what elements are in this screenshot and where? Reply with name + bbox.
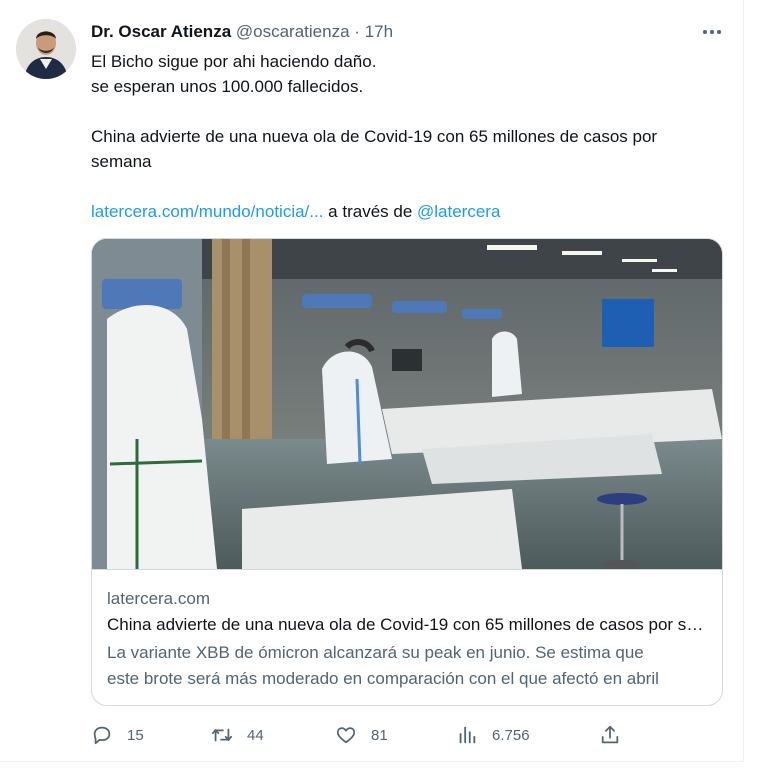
card-image[interactable] bbox=[92, 239, 722, 570]
card-title: China advierte de una nueva ola de Covid… bbox=[107, 615, 709, 634]
tweet-time[interactable]: 17h bbox=[365, 22, 393, 41]
retweet-count: 44 bbox=[247, 726, 264, 744]
reply-count: 15 bbox=[127, 726, 144, 744]
heart-icon bbox=[336, 727, 356, 744]
views-button[interactable]: 6.756 bbox=[456, 720, 530, 750]
more-options-button[interactable] bbox=[700, 21, 724, 43]
via-text: a través de bbox=[323, 202, 418, 221]
retweet-button[interactable]: 44 bbox=[211, 720, 264, 750]
separator-dot: · bbox=[354, 22, 360, 41]
reply-icon bbox=[93, 726, 111, 745]
author-handle[interactable]: @oscaratienza bbox=[236, 22, 350, 41]
author-name[interactable]: Dr. Oscar Atienza bbox=[91, 22, 231, 41]
avatar[interactable] bbox=[16, 19, 76, 79]
reply-button[interactable]: 15 bbox=[91, 720, 144, 750]
tweet-header: Dr. Oscar Atienza @oscaratienza · 17h bbox=[91, 21, 393, 43]
tweet-paragraph: China advierte de una nueva ola de Covid… bbox=[91, 127, 658, 171]
tweet-actions: 15 44 81 6.756 bbox=[91, 720, 631, 750]
like-button[interactable]: 81 bbox=[335, 720, 388, 750]
tweet: Dr. Oscar Atienza @oscaratienza · 17h El… bbox=[0, 0, 744, 762]
share-icon bbox=[601, 725, 619, 744]
views-count: 6.756 bbox=[492, 726, 530, 744]
share-button[interactable] bbox=[599, 720, 621, 750]
avatar-photo bbox=[16, 19, 76, 79]
tweet-text: El Bicho sigue por ahi haciendo daño. se… bbox=[91, 49, 721, 224]
more-horizontal-icon bbox=[703, 30, 721, 34]
mention-link[interactable]: @latercera bbox=[417, 202, 500, 221]
retweet-icon bbox=[211, 728, 233, 742]
link-preview-card[interactable]: latercera.com China advierte de una nuev… bbox=[91, 238, 723, 706]
analytics-icon bbox=[459, 726, 476, 744]
article-link[interactable]: latercera.com/mundo/noticia/... bbox=[91, 202, 323, 221]
like-count: 81 bbox=[371, 726, 388, 744]
tweet-link-line: latercera.com/mundo/noticia/... a través… bbox=[91, 199, 721, 224]
card-description-line-2: este brote será más moderado en comparac… bbox=[107, 669, 659, 688]
card-domain: latercera.com bbox=[107, 589, 210, 608]
card-description: La variante XBB de ómicron alcanzará su … bbox=[107, 640, 709, 692]
tweet-line-1: El Bicho sigue por ahi haciendo daño. bbox=[91, 52, 377, 71]
tweet-line-2: se esperan unos 100.000 fallecidos. bbox=[91, 77, 364, 96]
card-description-line-1: La variante XBB de ómicron alcanzará su … bbox=[107, 643, 644, 662]
